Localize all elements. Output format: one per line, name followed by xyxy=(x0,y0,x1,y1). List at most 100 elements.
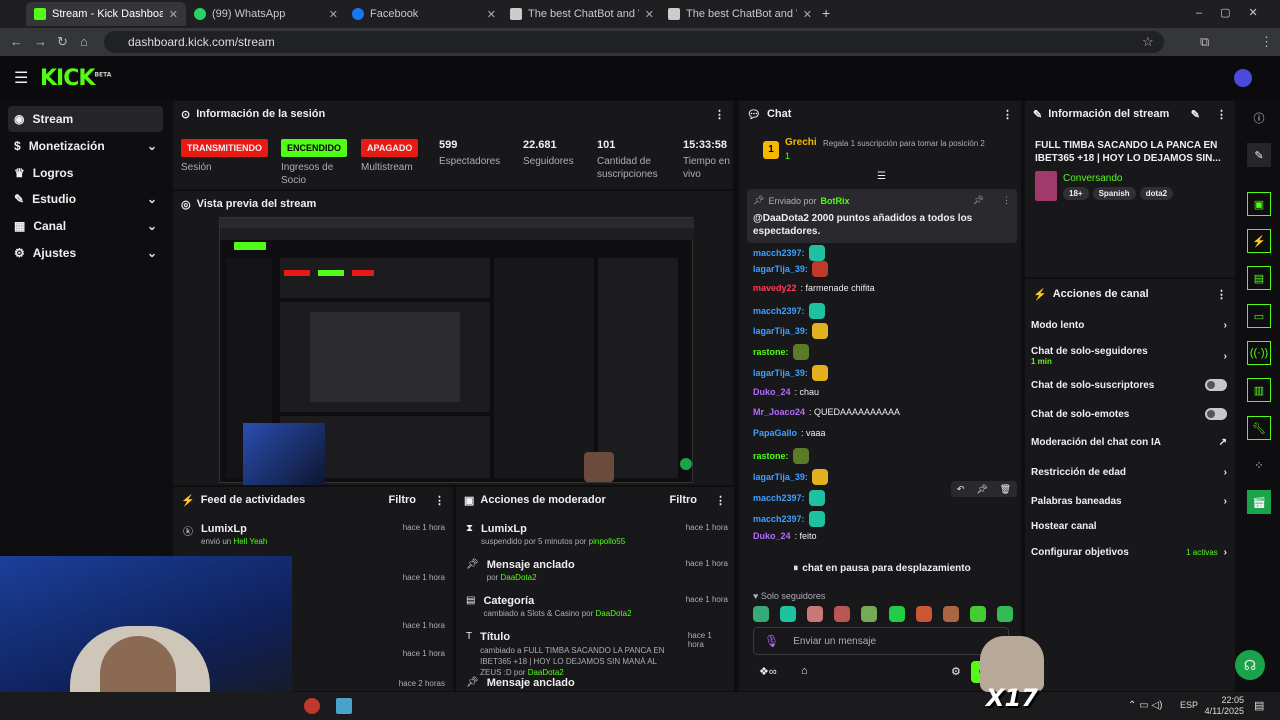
tab-kick-dashboard[interactable]: Stream - Kick Dashboard ✕ xyxy=(26,2,186,26)
obs-icon[interactable] xyxy=(304,698,320,714)
host-channel-row[interactable]: Hostear canal xyxy=(1031,521,1227,532)
support-headset-icon[interactable]: ☊ xyxy=(1235,650,1265,680)
close-tab-icon[interactable]: ✕ xyxy=(487,8,496,21)
language-indicator[interactable]: ESP xyxy=(1180,700,1198,710)
dots-icon[interactable]: ⁘ xyxy=(1247,453,1271,477)
emote-picker-icon[interactable]: ❖∞ xyxy=(759,665,777,678)
ai-moderation-row[interactable]: Moderación del chat con IA ↗ xyxy=(1031,437,1227,448)
moderator-actions-header: ▣ Acciones de moderador Filtro ⋮ xyxy=(456,487,734,513)
settings-gear-icon[interactable]: ⚙ xyxy=(951,665,961,678)
chat-paused-banner[interactable]: ⏸ chat en pausa para desplazamiento xyxy=(787,559,977,577)
close-tab-icon[interactable]: ✕ xyxy=(329,8,338,21)
tab-title: The best ChatBot and Widgets xyxy=(686,8,797,20)
kick-header: ☰ KICKBETA xyxy=(0,56,1280,100)
chat-message: lagarTija_39: xyxy=(753,365,832,381)
tab-whatsapp[interactable]: (99) WhatsApp ✕ xyxy=(186,2,346,26)
more-icon[interactable]: ⋮ xyxy=(715,494,726,507)
broadcast-icon[interactable]: ((·)) xyxy=(1247,341,1271,365)
close-tab-icon[interactable]: ✕ xyxy=(645,8,654,21)
stat-followers: 22.681 Seguidores xyxy=(523,139,574,167)
goals-row[interactable]: Configurar objetivos 1 activas › xyxy=(1031,547,1227,558)
layout-icon[interactable]: ▥ xyxy=(1247,378,1271,402)
windows-taskbar: ⌃ ▭ ◁) ESP 22:05 4/11/2025 ▤ xyxy=(0,692,1280,720)
emote-button[interactable] xyxy=(753,606,769,622)
age-restriction-row[interactable]: Restricción de edad › xyxy=(1031,467,1227,478)
followers-only-row[interactable]: Chat de solo-seguidores 1 min › xyxy=(1031,344,1227,368)
bookmark-star-icon[interactable]: ☆ xyxy=(1142,34,1154,50)
url-field[interactable]: dashboard.kick.com/stream xyxy=(104,31,1164,53)
sidebar-item-monetizacion[interactable]: $ Monetización ⌄ xyxy=(8,133,163,159)
delete-icon[interactable]: 🗑︎ xyxy=(1000,484,1011,495)
more-icon[interactable]: ⋮ xyxy=(1002,195,1011,206)
chat-icon: 💬︎ xyxy=(747,108,761,121)
close-tab-icon[interactable]: ✕ xyxy=(169,8,178,21)
info-icon[interactable]: ⓘ xyxy=(1247,106,1271,130)
emote-button[interactable] xyxy=(996,606,1013,622)
slow-mode-row[interactable]: Modo lento › xyxy=(1031,320,1227,331)
sidebar-item-estudio[interactable]: ✎ Estudio ⌄ xyxy=(8,186,163,212)
sidebar-item-stream[interactable]: ◉ Stream xyxy=(8,106,163,132)
user-avatar[interactable] xyxy=(1234,69,1252,87)
mic-icon[interactable]: 🎙︎ xyxy=(764,634,779,648)
qr-icon[interactable]: ▣ xyxy=(1247,192,1271,216)
subs-only-toggle[interactable] xyxy=(1205,379,1227,391)
edit-stream-icon[interactable]: ✎ xyxy=(1247,143,1271,167)
reload-icon[interactable]: ↻ xyxy=(57,34,68,50)
back-icon[interactable]: ← xyxy=(10,34,23,49)
window-controls[interactable]: –▢✕ xyxy=(1196,6,1276,19)
stream-category[interactable]: Conversando xyxy=(1063,173,1122,184)
sidebar-item-ajustes[interactable]: ⚙ Ajustes ⌄ xyxy=(8,240,163,266)
new-tab-button[interactable]: + xyxy=(822,5,830,21)
more-icon[interactable]: ⋮ xyxy=(1216,288,1227,301)
tag: 18+ xyxy=(1063,187,1089,200)
notifications-icon[interactable]: ▤ xyxy=(1254,699,1264,712)
home-icon[interactable]: ⌂ xyxy=(80,34,88,49)
lightning-tool-icon[interactable]: ⚡ xyxy=(1247,229,1271,253)
close-tab-icon[interactable]: ✕ xyxy=(803,8,812,21)
filter-button[interactable]: Filtro xyxy=(389,494,417,506)
message-icon[interactable]: ▭ xyxy=(1247,304,1271,328)
more-icon[interactable]: ⋮ xyxy=(1002,108,1013,121)
tab-botrix-1[interactable]: The best ChatBot and Widgets ✕ xyxy=(502,2,662,26)
emote-button[interactable] xyxy=(861,606,878,622)
reply-icon[interactable]: ↶ xyxy=(957,484,965,495)
emote-button[interactable] xyxy=(834,606,851,622)
clapper-icon[interactable]: 🎬︎ xyxy=(1247,490,1271,514)
hamburger-menu-icon[interactable]: ☰ xyxy=(14,68,28,88)
sidebar-item-canal[interactable]: ▦ Canal ⌄ xyxy=(8,213,163,239)
filter-lines-icon[interactable]: ☰ xyxy=(877,171,886,182)
chat-message: PapaGallo: vaaa xyxy=(753,428,826,438)
chat-input[interactable]: 🎙︎ Enviar un mensaje xyxy=(753,627,1009,655)
emotes-only-toggle[interactable] xyxy=(1205,408,1227,420)
tab-botrix-2[interactable]: The best ChatBot and Widgets ✕ xyxy=(660,2,820,26)
emote-button[interactable] xyxy=(915,606,932,622)
more-icon[interactable]: ⋮ xyxy=(434,494,445,507)
document-icon[interactable]: ▤ xyxy=(1247,266,1271,290)
emote-button[interactable] xyxy=(888,606,905,622)
browser-menu-icon[interactable]: ⋮ xyxy=(1260,34,1273,50)
gift-prompt[interactable]: Regala 1 suscripción para tomar la posic… xyxy=(823,139,1003,149)
filter-button[interactable]: Filtro xyxy=(670,494,698,506)
gift-icon[interactable]: ⌂ xyxy=(801,665,808,677)
sidebar-item-logros[interactable]: ♛ Logros xyxy=(8,160,163,186)
extensions-icon[interactable]: ⧉ xyxy=(1200,34,1209,50)
kick-logo[interactable]: KICKBETA xyxy=(40,66,111,91)
emote-button[interactable] xyxy=(807,606,824,622)
emote-button[interactable] xyxy=(969,606,986,622)
emote-button[interactable] xyxy=(780,606,797,622)
forward-icon[interactable]: → xyxy=(34,34,47,49)
more-icon[interactable]: ⋮ xyxy=(714,108,725,121)
tray-icons[interactable]: ⌃ ▭ ◁) xyxy=(1128,700,1162,711)
emote-button[interactable] xyxy=(942,606,959,622)
banned-words-row[interactable]: Palabras baneadas › xyxy=(1031,496,1227,507)
app-icon[interactable] xyxy=(336,698,352,714)
tab-facebook[interactable]: Facebook ✕ xyxy=(344,2,504,26)
more-icon[interactable]: ⋮ xyxy=(1216,108,1227,121)
chevron-down-icon: ⌄ xyxy=(146,246,157,260)
edit-icon[interactable]: ✎ xyxy=(1191,108,1200,121)
pin-icon[interactable]: 📌︎ xyxy=(976,484,987,495)
clock[interactable]: 22:05 4/11/2025 xyxy=(1204,695,1244,717)
wrench-icon[interactable]: 🔧︎ xyxy=(1247,416,1271,440)
mod-item: ▤ Categoría cambiado a Slots & Casino por… xyxy=(466,595,728,618)
unpin-icon[interactable]: 📌︎ xyxy=(973,195,984,206)
